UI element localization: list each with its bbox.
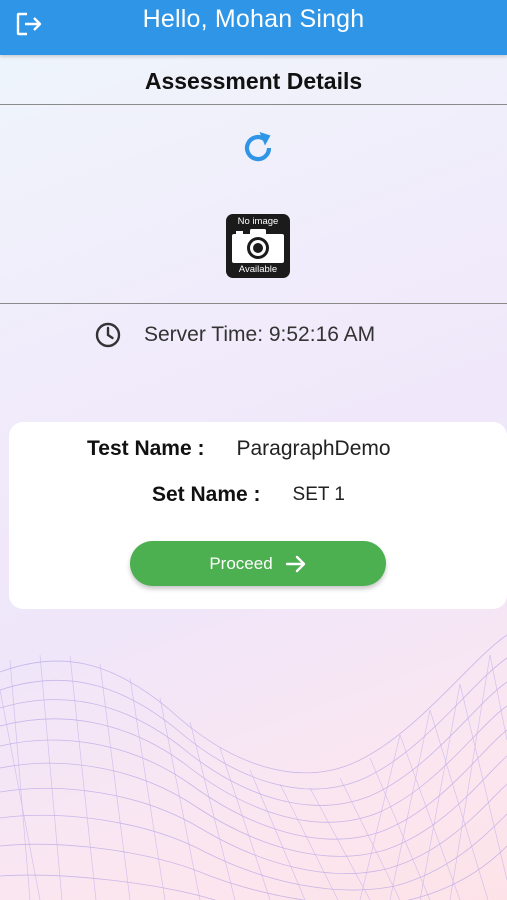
set-name-row: Set Name : SET 1 (152, 480, 345, 510)
header-greeting: Hello, Mohan Singh (142, 5, 365, 33)
divider (0, 303, 507, 304)
test-name-value: ParagraphDemo (236, 437, 391, 460)
assessment-card: Test Name : ParagraphDemo Set Name : SET… (9, 422, 507, 609)
camera-icon (232, 228, 284, 263)
no-image-text: No image (237, 216, 279, 227)
arrow-right-icon (285, 555, 305, 572)
app-header: Hello, Mohan Singh (0, 0, 507, 55)
available-text: Available (238, 264, 278, 275)
clock-icon (95, 322, 121, 348)
proceed-button[interactable]: Proceed (130, 541, 386, 586)
refresh-icon[interactable] (238, 128, 278, 168)
background-wave-mesh (0, 634, 507, 900)
logout-icon (16, 12, 42, 36)
proceed-label: Proceed (209, 553, 273, 573)
test-name-label: Test Name : (87, 437, 205, 460)
no-image-placeholder: No image Available (226, 214, 290, 278)
divider (0, 104, 507, 105)
logout-button[interactable] (14, 9, 44, 39)
server-time: Server Time: 9:52:16 AM (94, 318, 375, 352)
server-time-text: Server Time: 9:52:16 AM (144, 323, 376, 346)
set-name-label: Set Name : (152, 483, 261, 506)
page-title: Assessment Details (144, 67, 363, 94)
set-name-value: SET 1 (292, 484, 346, 505)
test-name-row: Test Name : ParagraphDemo (87, 434, 391, 464)
